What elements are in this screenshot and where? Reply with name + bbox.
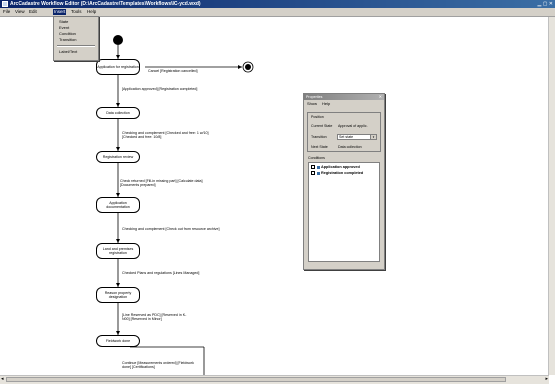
insert-dropdown-menu: State Event Condition Transition Label/T… <box>53 16 99 61</box>
transition-label[interactable]: [Line Reserved as PDC] [Reserved in K-N0… <box>122 313 192 321</box>
condition-checkbox[interactable] <box>311 171 315 175</box>
panel-menu-show[interactable]: Show <box>307 101 317 106</box>
state-node[interactable]: Application documentation <box>96 197 140 213</box>
transition-select[interactable]: Set state ▾ <box>337 134 377 140</box>
menu-item-transition[interactable]: Transition <box>59 37 76 42</box>
conditions-label: Conditions <box>308 156 325 160</box>
transition-label: Transition <box>311 135 327 139</box>
start-node[interactable] <box>113 35 123 45</box>
menu-insert[interactable]: Insert <box>53 9 67 15</box>
state-node[interactable]: Fieldwork done <box>96 335 140 347</box>
menu-tools[interactable]: Tools <box>70 9 83 15</box>
position-label: Position <box>311 115 324 119</box>
scroll-left-icon[interactable]: ◂ <box>1 376 4 383</box>
next-state-value: Data collection <box>338 145 362 149</box>
transition-label[interactable]: Check returned [Fill-in missing part] [C… <box>120 179 210 187</box>
panel-title: Properties <box>306 95 323 99</box>
transition-label[interactable]: [Application approved] [Registration com… <box>122 87 197 91</box>
diagram-canvas[interactable]: Application for registration Data collec… <box>10 17 550 375</box>
vertical-scrollbar[interactable] <box>548 17 555 375</box>
condition-icon <box>317 165 320 169</box>
title-bar: ArcCadastre Workflow Editor (D:\ArcCadas… <box>0 0 555 8</box>
app-icon <box>2 1 8 7</box>
menu-view[interactable]: View <box>14 9 26 15</box>
menu-help[interactable]: Help <box>86 9 97 15</box>
state-node[interactable]: Application for registration <box>96 59 140 75</box>
scroll-thumb[interactable] <box>6 377 506 382</box>
transition-label[interactable]: Continue [Measurements ordered] [Fieldwo… <box>122 361 202 369</box>
conditions-list[interactable]: Application approved Registration comple… <box>308 162 380 262</box>
current-state-value: Approval of applic. <box>338 124 368 128</box>
transition-label[interactable]: Checking and complement [Checked and fre… <box>122 131 222 139</box>
condition-checkbox[interactable] <box>311 165 315 169</box>
window-controls[interactable]: ▁ ▢ ✕ <box>537 0 553 8</box>
chevron-down-icon[interactable]: ▾ <box>370 135 376 139</box>
horizontal-scrollbar[interactable]: ◂ ▸ <box>0 375 549 384</box>
current-state-label: Current State <box>311 124 333 128</box>
scroll-right-icon[interactable]: ▸ <box>545 376 548 383</box>
condition-label: Registration completed <box>321 171 364 175</box>
close-icon[interactable]: ✕ <box>379 94 382 100</box>
diagram-connectors <box>113 35 254 375</box>
condition-item[interactable]: Application approved <box>311 165 360 169</box>
menu-item-condition[interactable]: Condition <box>59 31 76 36</box>
transition-select-value: Set state <box>339 135 354 139</box>
state-node[interactable]: Registration review <box>96 151 140 163</box>
menu-edit[interactable]: Edit <box>28 9 38 15</box>
menu-item-state[interactable]: State <box>59 19 68 24</box>
state-node[interactable]: Data collection <box>96 107 140 119</box>
menu-item-label-text[interactable]: Label/Text <box>59 49 77 54</box>
transition-label[interactable]: Cancel [Registration cancelled] <box>148 69 198 73</box>
menu-item-event[interactable]: Event <box>59 25 69 30</box>
panel-menu-help[interactable]: Help <box>322 101 330 106</box>
condition-icon <box>317 171 320 175</box>
transition-label[interactable]: Checking and complement [Check out from … <box>122 227 219 231</box>
properties-panel: Properties ✕ Show Help Position Current … <box>303 93 385 270</box>
menu-file[interactable]: File <box>2 9 11 15</box>
panel-title-bar[interactable]: Properties ✕ <box>304 94 384 100</box>
condition-item[interactable]: Registration completed <box>311 171 363 175</box>
condition-label: Application approved <box>321 165 360 169</box>
state-node[interactable]: Land and premises registration <box>96 243 140 259</box>
state-node[interactable]: Reason property designation <box>96 287 140 303</box>
window-title: ArcCadastre Workflow Editor (D:\ArcCadas… <box>10 1 201 7</box>
transition-label[interactable]: Checked Plans and regulations [Lines Man… <box>122 271 199 275</box>
menu-separator <box>57 45 95 47</box>
next-state-label: Next State <box>311 145 328 149</box>
end-node[interactable] <box>243 62 253 72</box>
